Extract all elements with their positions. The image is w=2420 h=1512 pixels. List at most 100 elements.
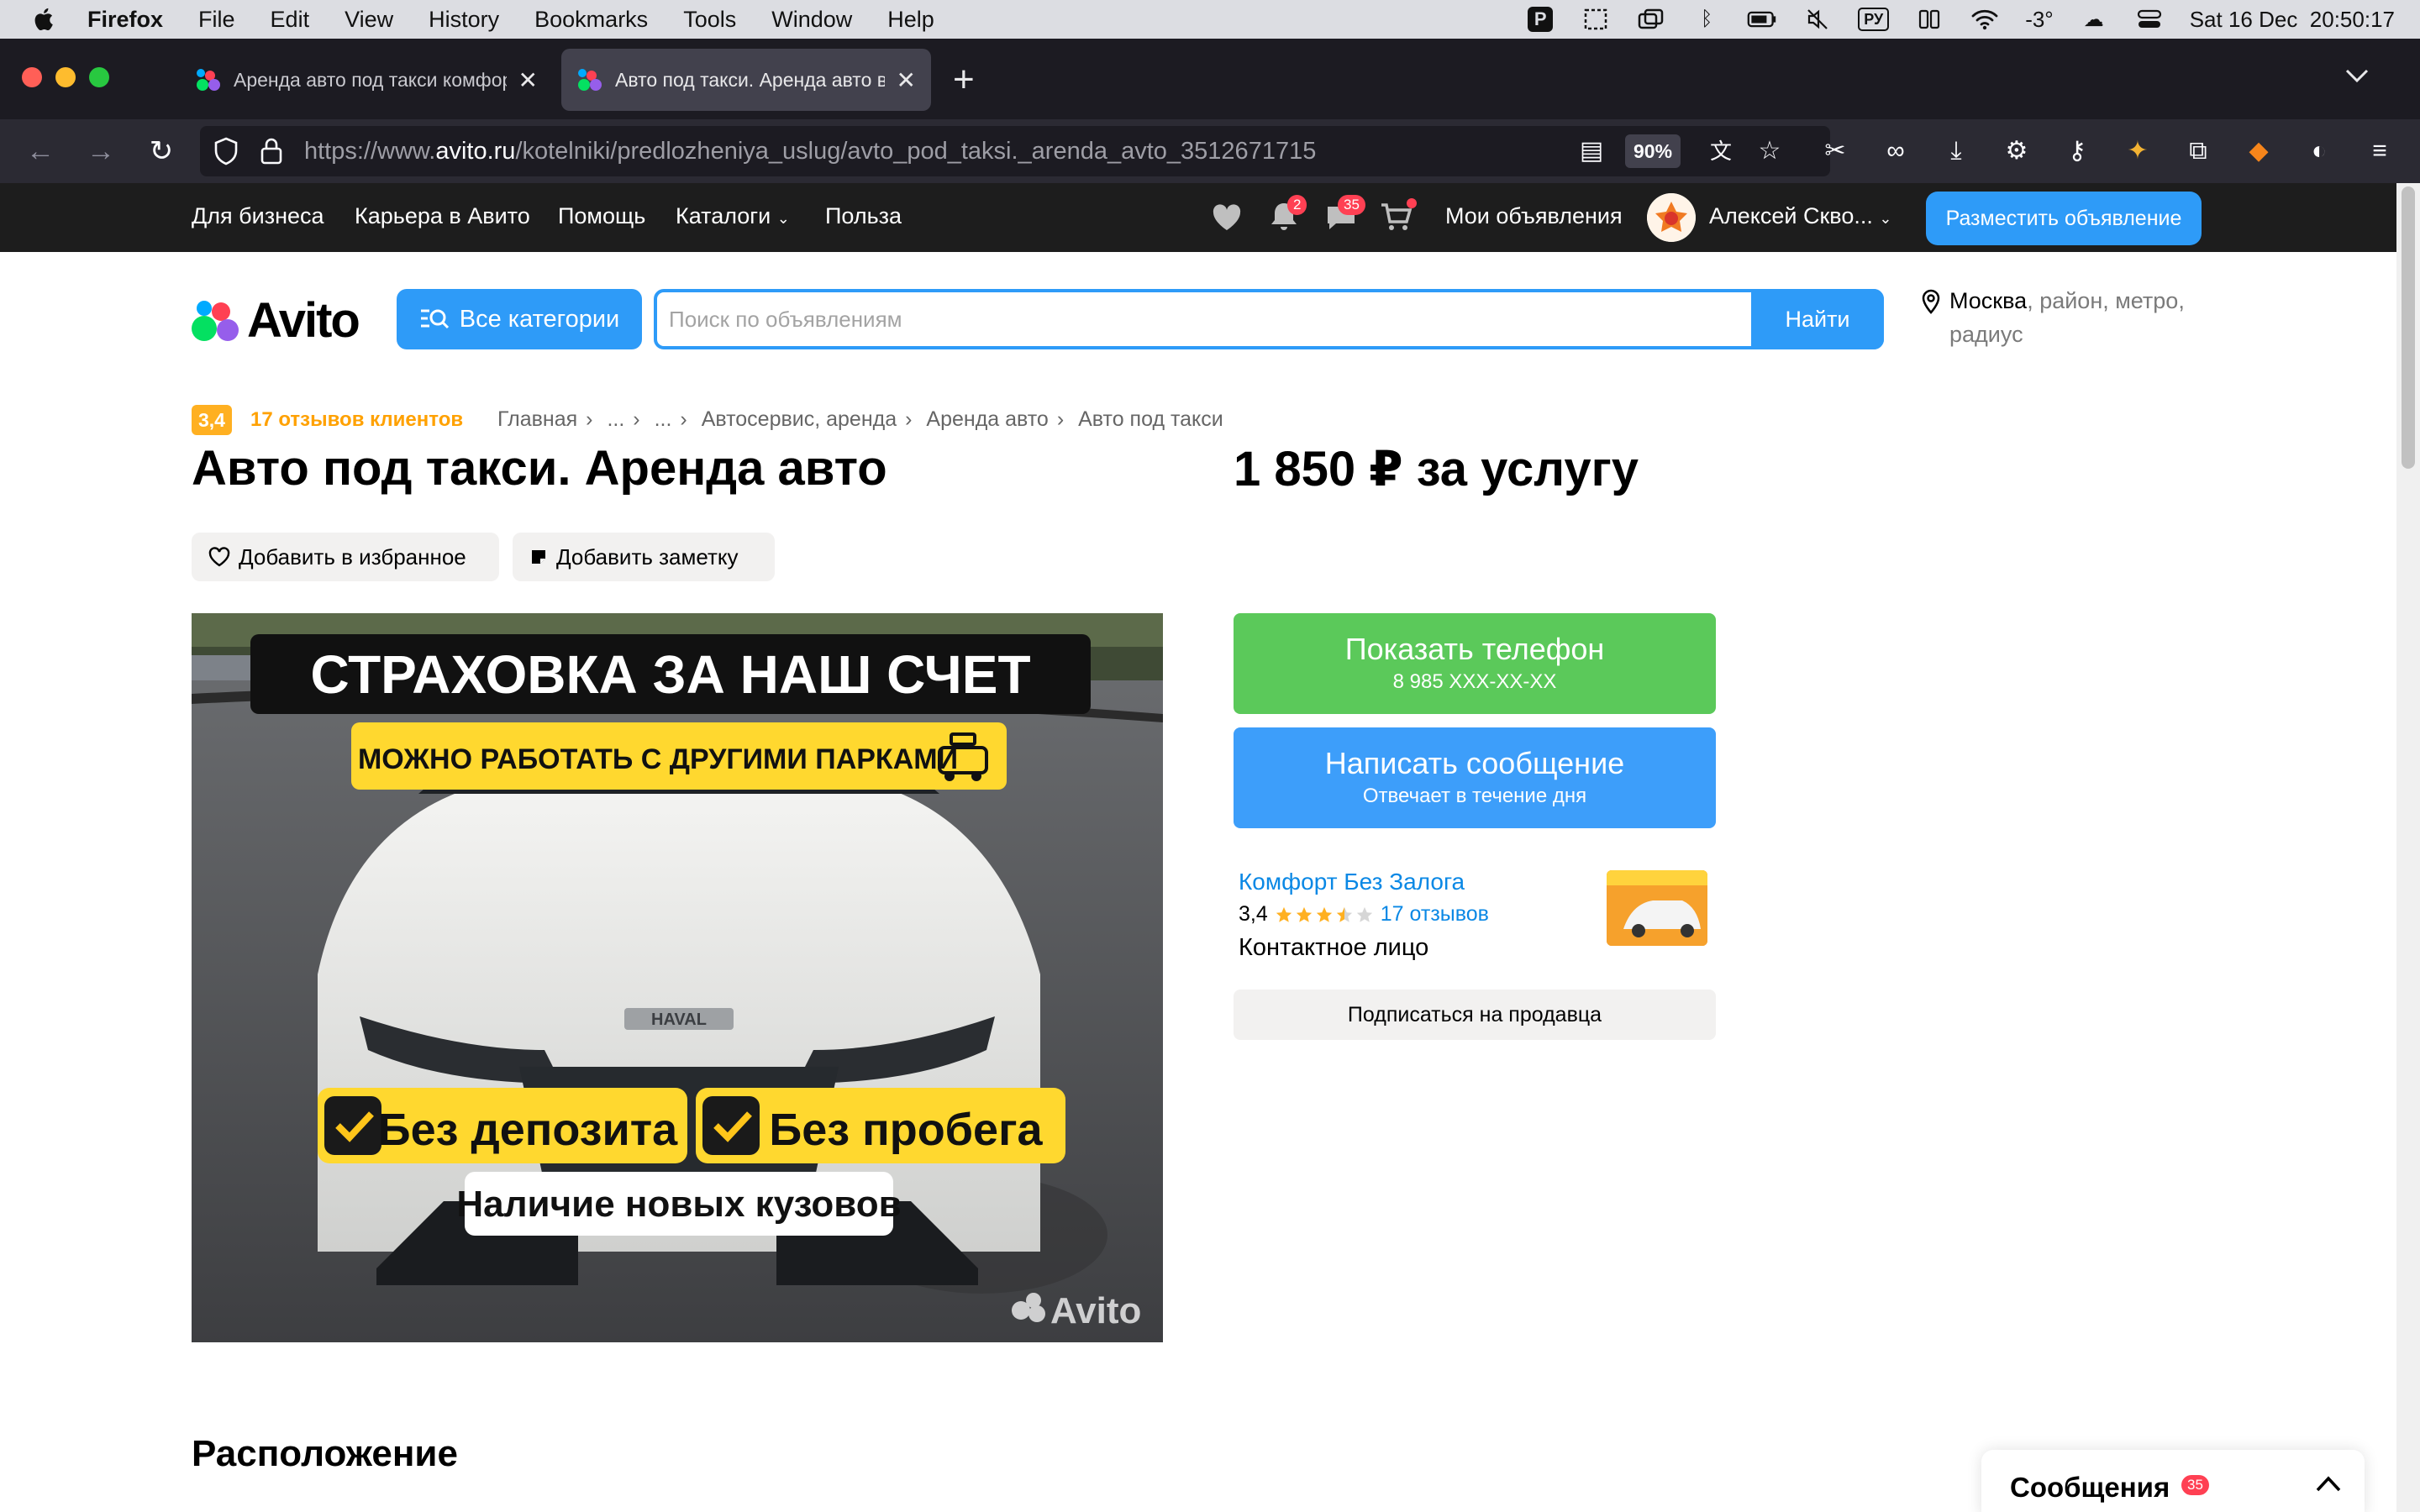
nav-link-business[interactable]: Для бизнеса [192, 203, 324, 229]
breadcrumb-ellipsis-1[interactable]: ... [607, 407, 624, 431]
menu-window[interactable]: Window [771, 7, 852, 33]
nav-link-catalogs[interactable]: Каталоги ⌄ [676, 203, 790, 229]
masked-phone: 8 985 XXX-XX-XX [1392, 670, 1557, 693]
menu-file[interactable]: File [198, 7, 235, 33]
reader-view-icon[interactable]: ▤ [1575, 134, 1608, 168]
windows-icon[interactable] [1636, 7, 1666, 32]
nav-link-help[interactable]: Помощь [558, 203, 645, 229]
breadcrumb-ellipsis-2[interactable]: ... [655, 407, 672, 431]
apple-icon[interactable] [30, 5, 59, 34]
control-center-icon[interactable] [2134, 7, 2165, 32]
location-pin-icon [1922, 289, 1940, 314]
close-tab-icon[interactable]: ✕ [518, 66, 538, 94]
macos-menubar: Firefox File Edit View History Bookmarks… [0, 0, 2420, 39]
breadcrumb-autoservice[interactable]: Автосервис, аренда [702, 407, 897, 431]
tab-taxi-rental[interactable]: Авто под такси. Аренда авто в ✕ [561, 49, 931, 111]
user-menu[interactable]: Алексей Скво... ⌄ [1709, 203, 1891, 229]
seller-name-link[interactable]: Комфорт Без Залога [1239, 869, 1465, 895]
temperature-label[interactable]: -3° [2025, 7, 2054, 33]
extensions-puzzle-icon[interactable]: ⧉ [2181, 134, 2215, 168]
private-mask-icon[interactable]: ∞ [1879, 134, 1912, 168]
avito-favicon-icon [195, 67, 220, 92]
post-ad-button[interactable]: Разместить объявление [1926, 192, 2202, 245]
window-minimize-button[interactable] [55, 67, 76, 87]
location-selector[interactable]: Москва, район, метро, радиус [1921, 284, 2190, 351]
messages-panel[interactable]: Сообщения 35 [1981, 1450, 2365, 1512]
password-key-icon[interactable]: ⚷ [2060, 134, 2094, 168]
back-arrow-icon[interactable]: ← [20, 131, 60, 171]
badge-no-mileage: Без пробега [769, 1105, 1043, 1155]
tracking-shield-icon[interactable] [212, 136, 240, 166]
menu-history[interactable]: History [429, 7, 499, 33]
search-input[interactable] [669, 292, 1711, 346]
menu-help[interactable]: Help [887, 7, 934, 33]
subscribe-seller-button[interactable]: Подписаться на продавца [1234, 990, 1716, 1040]
search-button[interactable]: Найти [1751, 289, 1884, 349]
user-avatar[interactable] [1647, 193, 1696, 242]
messages-badge: 35 [1338, 195, 1365, 215]
app-menu-firefox[interactable]: Firefox [87, 7, 163, 33]
window-close-button[interactable] [22, 67, 42, 87]
screenshot-icon[interactable] [1581, 7, 1611, 32]
translate-icon[interactable]: 文 [1704, 134, 1738, 168]
mute-icon[interactable] [1802, 7, 1833, 32]
show-phone-button[interactable]: Показать телефон 8 985 XXX-XX-XX [1234, 613, 1716, 714]
reload-icon[interactable]: ↻ [141, 131, 182, 171]
menu-view[interactable]: View [345, 7, 393, 33]
metamask-fox-icon[interactable]: ◆ [2242, 134, 2275, 168]
bookmark-star-icon[interactable]: ☆ [1753, 134, 1786, 168]
nav-link-benefit[interactable]: Польза [825, 203, 902, 229]
seller-reviews-link[interactable]: 17 отзывов [1381, 902, 1489, 927]
all-categories-button[interactable]: Все категории [397, 289, 642, 349]
scrollbar-thumb[interactable] [2402, 186, 2415, 469]
url-text[interactable]: https://www.avito.ru/kotelniki/predlozhe… [304, 138, 1316, 165]
menu-tools[interactable]: Tools [683, 7, 736, 33]
menu-edit[interactable]: Edit [271, 7, 310, 33]
zoom-level-badge[interactable]: 90% [1625, 134, 1681, 168]
avito-favicon-icon [576, 67, 602, 92]
seller-logo-thumbnail[interactable] [1607, 870, 1707, 946]
screenshot-tool-icon[interactable]: ✂ [1818, 134, 1852, 168]
battery-icon[interactable] [1747, 7, 1777, 32]
breadcrumb-home[interactable]: Главная [497, 407, 577, 431]
page-scrollbar[interactable] [2396, 183, 2420, 1512]
sync-extension-icon[interactable]: ◐ [2302, 134, 2336, 168]
breadcrumb-car-rental[interactable]: Аренда авто [926, 407, 1048, 431]
avito-logo[interactable]: Avito [192, 291, 360, 349]
download-icon[interactable]: ⤓ [1939, 134, 1973, 168]
window-zoom-button[interactable] [89, 67, 109, 87]
reviews-link[interactable]: 17 отзывов клиентов [250, 408, 463, 432]
banner-insurance: СТРАХОВКА ЗА НАШ СЧЕТ [310, 644, 1030, 705]
input-source-indicator[interactable]: РУ [1858, 8, 1890, 31]
app-menu-hamburger-icon[interactable]: ≡ [2363, 134, 2396, 168]
heart-outline-icon [208, 547, 230, 567]
listing-photo[interactable]: HAVAL СТРАХОВКА ЗА НАШ СЧЕТ МОЖНО РАБОТА… [192, 613, 1163, 1342]
seller-rating-value: 3,4 [1239, 902, 1268, 926]
add-note-button[interactable]: Добавить заметку [513, 533, 775, 581]
my-ads-link[interactable]: Мои объявления [1445, 203, 1623, 229]
weather-night-cloud-icon[interactable]: ☁ [2079, 7, 2109, 32]
seller-rating-stars [1275, 906, 1374, 924]
lock-icon[interactable] [259, 136, 284, 166]
add-to-favorites-button[interactable]: Добавить в избранное [192, 533, 499, 581]
favorites-heart-icon[interactable] [1208, 198, 1245, 235]
p-app-icon[interactable]: P [1525, 7, 1555, 32]
close-tab-icon[interactable]: ✕ [897, 66, 916, 94]
nav-link-career[interactable]: Карьера в Авито [355, 203, 530, 229]
write-message-button[interactable]: Написать сообщение Отвечает в течение дн… [1234, 727, 1716, 828]
bee-extension-icon[interactable]: ✦ [2121, 134, 2154, 168]
listing-title: Авто под такси. Аренда авто [192, 441, 887, 496]
menu-bookmarks[interactable]: Bookmarks [534, 7, 648, 33]
split-view-icon[interactable] [1914, 7, 1944, 32]
chevron-up-icon[interactable] [2314, 1473, 2343, 1494]
menubar-clock[interactable]: Sat 16 Dec 20:50:17 [2190, 7, 2395, 33]
url-bar[interactable]: https://www.avito.ru/kotelniki/predlozhe… [200, 126, 1830, 176]
settings-gear-icon[interactable]: ⚙ [2000, 134, 2033, 168]
breadcrumb-taxi-cars[interactable]: Авто под такси [1078, 407, 1223, 431]
forward-arrow-icon[interactable]: → [81, 131, 121, 171]
tab-rental-comfort[interactable]: Аренда авто под такси комфорт ✕ [180, 49, 553, 111]
tab-list-chevron-icon[interactable] [2344, 62, 2370, 91]
bluetooth-icon[interactable]: ᛒ [1691, 7, 1722, 32]
wifi-icon[interactable] [1970, 7, 2000, 32]
new-tab-icon[interactable]: + [953, 59, 975, 101]
